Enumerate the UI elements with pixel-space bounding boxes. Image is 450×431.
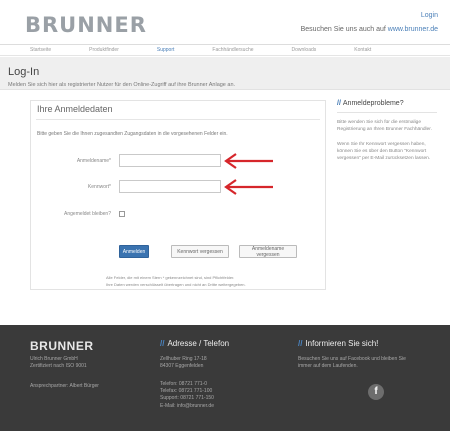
- nav-item-product-finder[interactable]: Produktfinder: [89, 45, 119, 55]
- footer-company-line-2: Zertifiziert nach ISO 9001: [30, 363, 87, 370]
- username-label: Anmeldename*: [76, 158, 111, 164]
- username-input[interactable]: [119, 154, 221, 167]
- forgot-password-button[interactable]: Kennwort vergessen: [171, 245, 229, 258]
- site-header: BRUNNER Login Besuchen Sie uns auch auf …: [0, 0, 450, 42]
- footer-info-marker: //: [298, 339, 303, 348]
- red-arrow-username: [224, 153, 273, 169]
- footer-address-title: Adresse / Telefon: [167, 339, 230, 348]
- panel-divider: [36, 119, 320, 120]
- login-button[interactable]: Anmelden: [119, 245, 149, 258]
- brand-logo[interactable]: BRUNNER: [25, 13, 147, 37]
- footer-city: 84307 Eggenfelden: [160, 363, 204, 370]
- sidebar-paragraph-2: Wenn Sie Ihr Kennwort vergessen haben, k…: [337, 142, 431, 161]
- nav-item-contact[interactable]: Kontakt: [354, 45, 371, 55]
- nav-item-home[interactable]: Startseite: [30, 45, 51, 55]
- footer-phones: Telefon: 08721 771-0 Telefax: 08721 771-…: [160, 381, 214, 410]
- login-link[interactable]: Login: [421, 12, 438, 19]
- footer-address-heading: //Adresse / Telefon: [160, 339, 229, 348]
- nav-item-downloads[interactable]: Downloads: [292, 45, 317, 55]
- footer-company: Ulrich Brunner GmbH Zertifiziert nach IS…: [30, 356, 87, 370]
- tagline-text: Besuchen Sie uns auch auf: [300, 26, 386, 33]
- remember-me-label: Angemeldet bleiben?: [64, 211, 111, 217]
- sidebar-divider: [337, 112, 437, 113]
- footer-fax: Telefax: 08721 771-100: [160, 388, 213, 395]
- tagline: Besuchen Sie uns auch auf www.brunner.de: [301, 26, 438, 33]
- main-nav: Startseite Produktfinder Support Fachhän…: [0, 44, 450, 56]
- login-intro-text: Bitte geben Sie die Ihnen zugesandten Zu…: [37, 131, 228, 137]
- footer-email[interactable]: E-Mail: info@brunner.de: [160, 403, 214, 410]
- forgot-username-button[interactable]: Anmeldename vergessen: [239, 245, 297, 258]
- password-input[interactable]: [119, 180, 221, 193]
- nav-item-support[interactable]: Support: [157, 45, 175, 55]
- login-panel: Ihre Anmeldedaten Bitte geben Sie die Ih…: [30, 100, 326, 290]
- remember-me-checkbox[interactable]: [119, 211, 125, 217]
- footer-phone: Telefon: 08721 771-0: [160, 381, 207, 387]
- privacy-hint: Ihre Daten werden verschlüsselt übertrag…: [106, 282, 246, 287]
- login-help-sidebar: //Anmeldeprobleme? Bitte wenden Sie sich…: [337, 100, 437, 170]
- footer-info-line-1: Besuchen Sie uns auf Facebook und bleibe…: [298, 356, 406, 362]
- footer-info-heading: //Informieren Sie sich!: [298, 339, 378, 348]
- sidebar-title-text: Anmeldeprobleme?: [342, 100, 404, 107]
- footer-info-title: Informieren Sie sich!: [305, 339, 379, 348]
- footer-info-line-2: immer auf dem Laufenden.: [298, 363, 358, 370]
- sidebar-paragraph-1: Bitte wenden Sie sich für die erstmalige…: [337, 120, 432, 132]
- page-subtitle: Melden Sie sich hier als registrierter N…: [8, 82, 236, 88]
- nav-item-dealer-search[interactable]: Fachhändlersuche: [212, 45, 253, 55]
- footer-support-phone: Support: 08721 771-150: [160, 395, 214, 402]
- footer-address-marker: //: [160, 339, 165, 348]
- password-label: Kennwort*: [87, 184, 111, 190]
- footer-info-text: Besuchen Sie uns auf Facebook und bleibe…: [298, 356, 406, 370]
- sidebar-title-marker: //: [337, 100, 341, 107]
- footer-brand: BRUNNER: [30, 339, 94, 353]
- website-link[interactable]: www.brunner.de: [388, 26, 438, 33]
- footer-company-line-1: Ulrich Brunner GmbH: [30, 356, 78, 362]
- login-panel-title: Ihre Anmeldedaten: [37, 104, 113, 114]
- required-fields-hint: Alle Felder, die mit einem Stern * geken…: [106, 275, 235, 280]
- sidebar-title: //Anmeldeprobleme?: [337, 100, 437, 107]
- footer-address: Zellhuber Ring 17-18 84307 Eggenfelden: [160, 356, 207, 370]
- page-title: Log-In: [8, 66, 40, 78]
- site-footer: BRUNNER Ulrich Brunner GmbH Zertifiziert…: [0, 325, 450, 431]
- footer-street: Zellhuber Ring 17-18: [160, 356, 207, 362]
- facebook-icon[interactable]: f: [368, 384, 384, 400]
- page-title-bar: Log-In Melden Sie sich hier als registri…: [0, 57, 450, 90]
- footer-contact-person: Ansprechpartner: Albert Bürger: [30, 383, 99, 389]
- red-arrow-password: [224, 179, 273, 195]
